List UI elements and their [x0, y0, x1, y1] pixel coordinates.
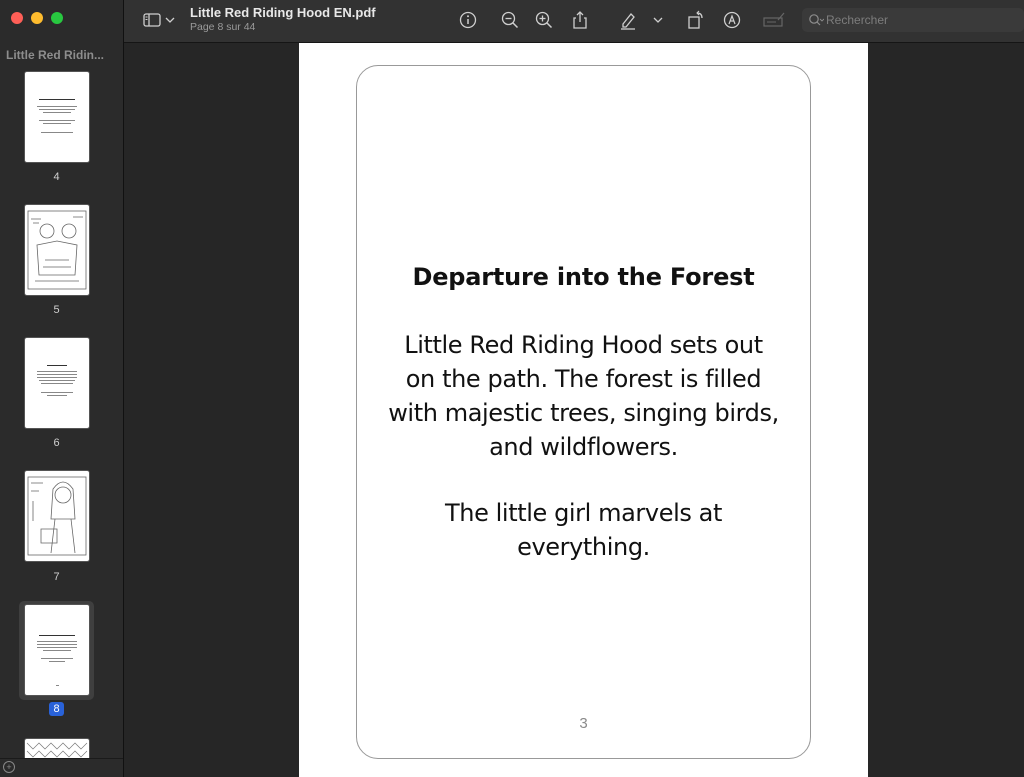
sidebar-title: Little Red Ridin...	[6, 48, 104, 62]
zoom-in-icon[interactable]	[534, 10, 554, 30]
document-title: Little Red Riding Hood EN.pdf	[190, 5, 376, 20]
zoom-out-icon[interactable]	[500, 10, 520, 30]
text-line: and wildflowers.	[489, 433, 678, 461]
chevron-down-icon[interactable]	[652, 10, 664, 30]
paragraph-2: The little girl marvels at everything.	[383, 496, 784, 564]
pdf-page: Departure into the Forest Little Red Rid…	[299, 43, 868, 777]
text-line: The little girl marvels at	[445, 499, 722, 527]
page-thumbnail-6[interactable]	[25, 338, 89, 428]
search-field[interactable]: Rechercher	[802, 8, 1024, 32]
highlight-pen-icon[interactable]	[618, 10, 638, 30]
text-line: on the path. The forest is filled	[405, 365, 762, 393]
paragraph-1: Little Red Riding Hood sets out on the p…	[383, 328, 784, 464]
toolbar: Little Red Riding Hood EN.pdf Page 8 sur…	[124, 0, 1024, 43]
form-fill-icon[interactable]	[762, 10, 786, 30]
window-controls	[11, 12, 63, 24]
thumbnail-label-selected: 8	[0, 702, 113, 716]
add-page-icon[interactable]: +	[3, 761, 15, 773]
selected-page-badge: 8	[49, 702, 64, 716]
rotate-icon[interactable]	[686, 10, 706, 30]
search-icon	[809, 14, 824, 26]
close-window-button[interactable]	[11, 12, 23, 24]
page-thumbnail-8[interactable]	[25, 605, 89, 695]
zoom-window-button[interactable]	[51, 12, 63, 24]
page-heading: Departure into the Forest	[412, 263, 755, 291]
minimize-window-button[interactable]	[31, 12, 43, 24]
page-indicator: Page 8 sur 44	[190, 21, 256, 33]
chevron-down-icon[interactable]	[164, 10, 176, 30]
share-icon[interactable]	[570, 10, 590, 30]
illustration-thumbnail-icon	[27, 476, 87, 556]
thumbnail-sidebar: Little Red Ridin... 4 5 6 7 8 +	[0, 0, 124, 777]
text-line: everything.	[517, 533, 650, 561]
page-thumbnail-4[interactable]	[25, 72, 89, 162]
text-line: Little Red Riding Hood sets out	[404, 331, 763, 359]
illustration-thumbnail-icon	[27, 210, 87, 290]
page-thumbnail-5[interactable]	[25, 205, 89, 295]
page-number: 3	[579, 715, 588, 732]
sidebar-footer: +	[0, 758, 123, 777]
thumbnail-label: 4	[53, 171, 60, 183]
page-thumbnail-7[interactable]	[25, 471, 89, 561]
thumbnail-label: 7	[53, 571, 60, 583]
search-placeholder: Rechercher	[826, 13, 889, 27]
thumbnail-label: 5	[53, 304, 60, 316]
thumbnail-label: 6	[53, 437, 60, 449]
text-line: with majestic trees, singing birds,	[388, 399, 779, 427]
info-icon[interactable]	[458, 10, 478, 30]
sidebar-toggle-icon[interactable]	[142, 10, 162, 30]
markup-icon[interactable]	[722, 10, 742, 30]
